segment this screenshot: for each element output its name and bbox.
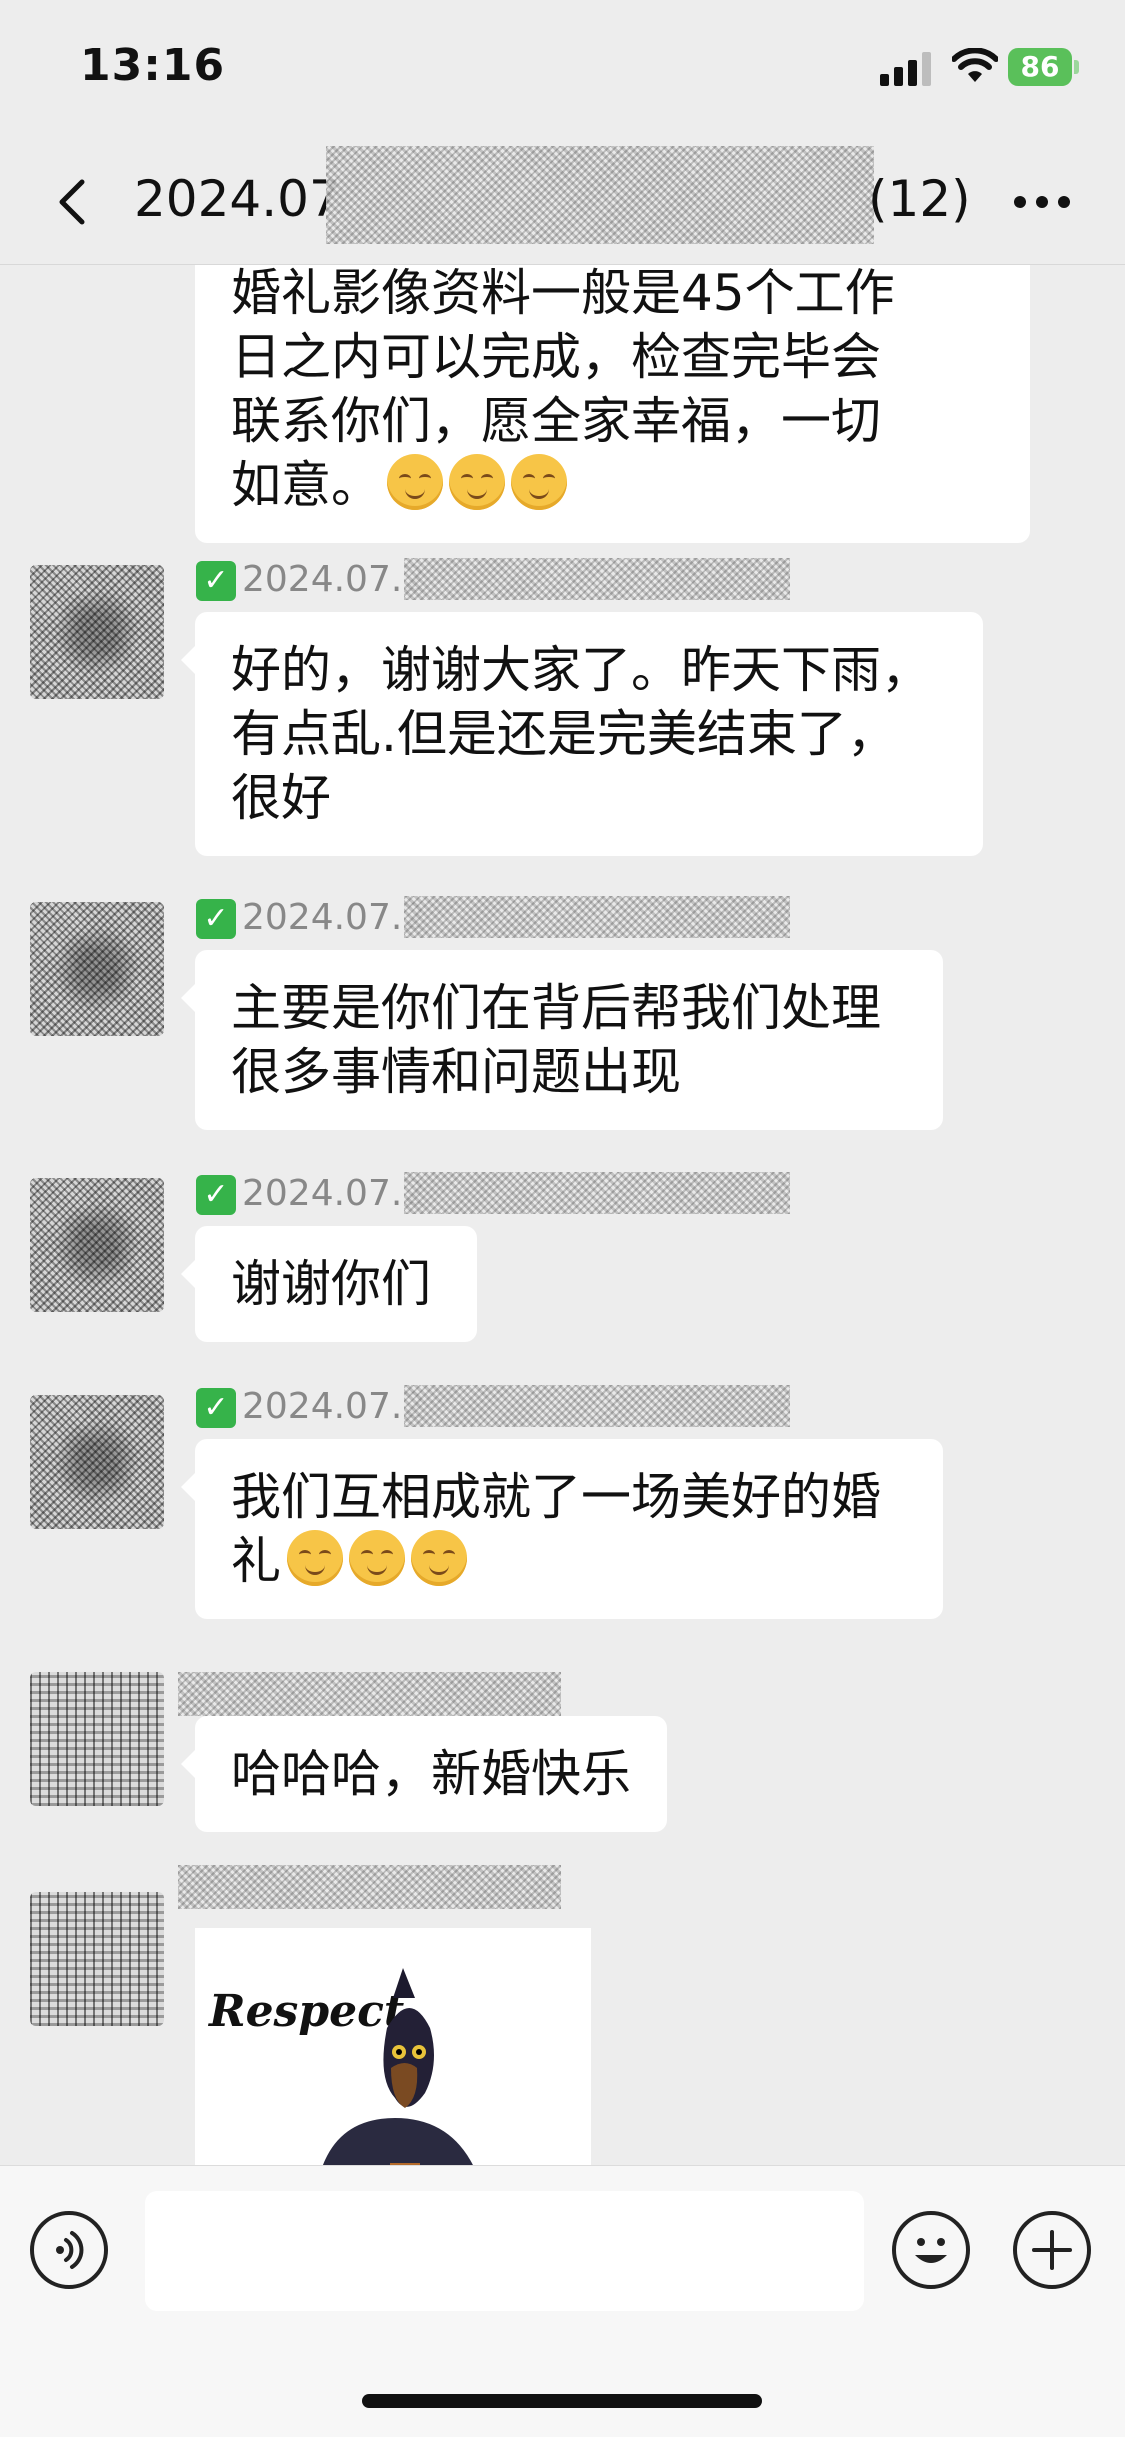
message-line: 很多事情和问题出现 bbox=[231, 1043, 681, 1101]
message-line: 婚礼影像资料一般是45个工作 bbox=[231, 265, 895, 322]
message-input[interactable] bbox=[145, 2191, 864, 2311]
smile-emoji-icon bbox=[449, 454, 505, 510]
avatar[interactable] bbox=[30, 902, 164, 1036]
signal-icon bbox=[880, 52, 931, 86]
avatar[interactable] bbox=[30, 1178, 164, 1312]
sender-name: ✓ 2024.07.2 bbox=[196, 1385, 425, 1429]
checkmark-icon: ✓ bbox=[196, 899, 236, 939]
smile-emoji-icon bbox=[349, 1530, 405, 1586]
chevron-left-icon[interactable] bbox=[46, 174, 102, 230]
sender-name: ✓ 2024.07.2 bbox=[196, 558, 425, 602]
redacted-sender bbox=[404, 1385, 790, 1427]
message-bubble[interactable]: 好的，谢谢大家了。昨天下雨， 有点乱.但是还是完美结束了， 很好 bbox=[181, 612, 983, 856]
message-line: 如意。 bbox=[231, 453, 994, 517]
message-line: 好的，谢谢大家了。昨天下雨， bbox=[231, 641, 931, 699]
more-dots-icon[interactable] bbox=[1012, 194, 1072, 210]
status-bar: 13:16 86 bbox=[0, 0, 1125, 140]
message-line: 联系你们，愿全家幸福，一切 bbox=[231, 392, 881, 450]
message-line: 有点乱.但是还是完美结束了， bbox=[231, 705, 897, 763]
battery-indicator: 86 bbox=[1008, 48, 1072, 86]
message-line: 日之内可以完成，检查完毕会 bbox=[231, 328, 881, 386]
avatar[interactable] bbox=[30, 565, 164, 699]
message-line: 很好 bbox=[231, 769, 331, 827]
redacted-title bbox=[326, 146, 874, 244]
message-bubble[interactable]: 哈哈哈，新婚快乐 bbox=[181, 1716, 667, 1832]
smile-emoji-icon bbox=[411, 1530, 467, 1586]
chat-title: 2024.07 bbox=[134, 170, 341, 228]
message-bubble[interactable]: 我们互相成就了一场美好的婚 礼 bbox=[181, 1439, 943, 1619]
avatar[interactable] bbox=[30, 1395, 164, 1529]
sender-name: ✓ 2024.07.2 bbox=[196, 896, 425, 940]
emoji-icon[interactable] bbox=[892, 2211, 970, 2289]
redacted-sender bbox=[404, 896, 790, 938]
smile-emoji-icon bbox=[511, 454, 567, 510]
message-line: 我们互相成就了一场美好的婚 bbox=[231, 1468, 881, 1526]
voice-icon[interactable] bbox=[30, 2211, 108, 2289]
message-line: 礼 bbox=[231, 1529, 907, 1593]
input-bar bbox=[0, 2165, 1125, 2437]
message-line: 哈哈哈，新婚快乐 bbox=[231, 1745, 631, 1803]
message-line: 谢谢你们 bbox=[231, 1255, 431, 1313]
checkmark-icon: ✓ bbox=[196, 1175, 236, 1215]
plus-icon[interactable] bbox=[1013, 2211, 1091, 2289]
dog-sticker-icon bbox=[323, 1968, 473, 2165]
message-line: 主要是你们在背后帮我们处理 bbox=[231, 979, 881, 1037]
smile-emoji-icon bbox=[287, 1530, 343, 1586]
message-bubble[interactable]: 谢谢你们 bbox=[181, 1226, 477, 1342]
member-count: (12) bbox=[868, 170, 971, 228]
home-indicator bbox=[362, 2394, 762, 2408]
sticker-image[interactable]: Respect bbox=[195, 1928, 591, 2165]
avatar[interactable] bbox=[30, 1672, 164, 1806]
message-bubble[interactable]: 主要是你们在背后帮我们处理 很多事情和问题出现 bbox=[181, 950, 943, 1130]
status-time: 13:16 bbox=[80, 40, 226, 91]
message-list[interactable]: 婚礼影像资料一般是45个工作 日之内可以完成，检查完毕会 联系你们，愿全家幸福，… bbox=[0, 265, 1125, 2165]
avatar[interactable] bbox=[30, 1892, 164, 2026]
chat-header: 2024.07 (12) bbox=[0, 140, 1125, 265]
sender-name: ✓ 2024.07.2 bbox=[196, 1172, 425, 1216]
wifi-icon bbox=[952, 48, 998, 82]
battery-cap bbox=[1074, 60, 1079, 74]
redacted-sender bbox=[404, 558, 790, 600]
checkmark-icon: ✓ bbox=[196, 1388, 236, 1428]
checkmark-icon: ✓ bbox=[196, 561, 236, 601]
redacted-sender bbox=[178, 1865, 561, 1909]
message-bubble[interactable]: 婚礼影像资料一般是45个工作 日之内可以完成，检查完毕会 联系你们，愿全家幸福，… bbox=[195, 265, 1030, 543]
redacted-sender bbox=[404, 1172, 790, 1214]
redacted-sender bbox=[178, 1672, 561, 1716]
smile-emoji-icon bbox=[387, 454, 443, 510]
